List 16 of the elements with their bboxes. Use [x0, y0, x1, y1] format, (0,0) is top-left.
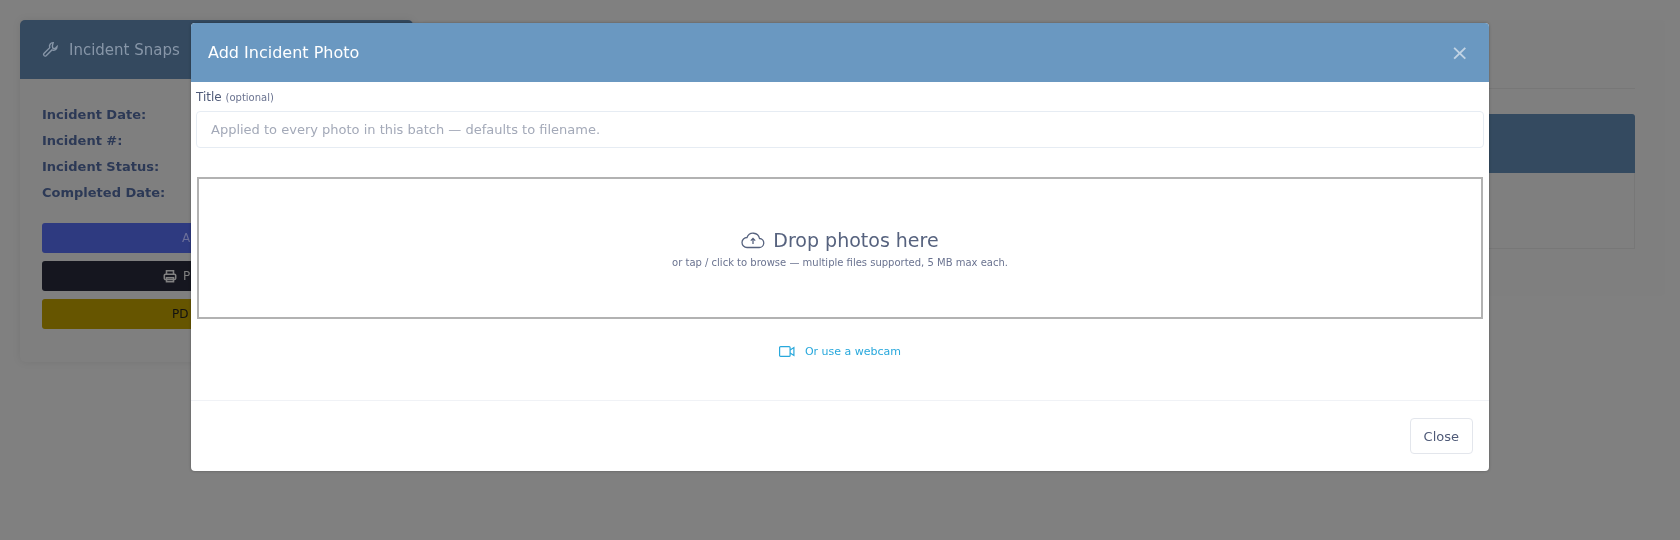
field-label: Completed Date: — [42, 185, 166, 202]
title-field[interactable]: Applied to every photo in this batch — defaults to filename. — [196, 111, 1484, 148]
wrench-icon — [42, 41, 59, 58]
field-label: Title (optional) — [196, 90, 275, 104]
drop-heading: Drop photos here — [773, 228, 939, 251]
drop-note: or tap / click to browse — multiple files supported, 5 MB max each. — [672, 256, 1008, 268]
card-title: Incident Snaps — [69, 40, 180, 59]
cloud-upload-icon — [741, 230, 766, 249]
video-camera-icon — [778, 346, 795, 357]
field-label: Incident Date: — [42, 107, 147, 124]
field-label: Incident #: — [42, 133, 123, 150]
field-label: Incident Status: — [42, 159, 160, 176]
printer-icon — [163, 269, 177, 283]
modal-title: Add Incident Photo — [208, 43, 360, 62]
close-button[interactable]: Close — [1409, 418, 1473, 454]
drop-zone[interactable]: Drop photos here or tap / click to browse — multiple files supported, 5 MB max each. — [197, 177, 1483, 319]
